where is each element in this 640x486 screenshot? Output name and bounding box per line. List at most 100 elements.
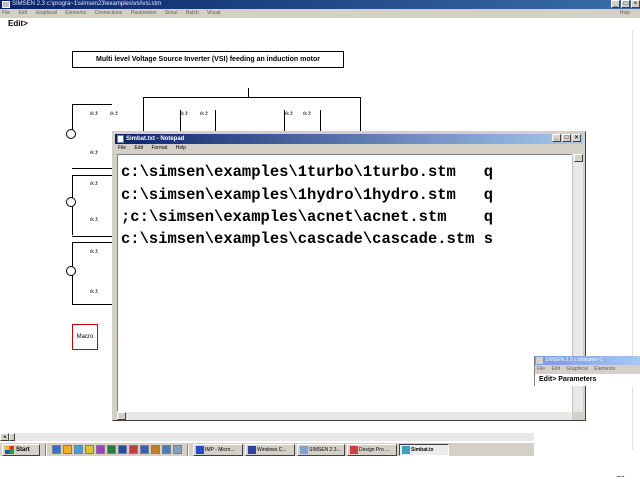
text-line: c:\simsen\examples\cascade\cascade.stm s: [121, 230, 494, 248]
menu-file[interactable]: File: [2, 10, 10, 16]
menu-parameters[interactable]: Parameters: [131, 10, 157, 16]
menu-edit[interactable]: Edit: [18, 10, 27, 16]
task-button-imp[interactable]: IMP - Micro...: [193, 444, 243, 456]
edit-prompt: Edit>: [0, 18, 640, 30]
close-button[interactable]: ×: [631, 0, 640, 8]
folder-icon[interactable]: [74, 445, 83, 454]
word-icon: [196, 446, 204, 454]
start-button[interactable]: Start: [2, 444, 40, 456]
bus-line: [320, 110, 321, 131]
main-window-titlebar[interactable]: SIMSEN 2.3 c:\progra~1\simsen23\examples…: [0, 0, 640, 9]
media-icon[interactable]: [96, 445, 105, 454]
text-line: c:\simsen\examples\1hydro\1hydro.stm q: [121, 186, 494, 204]
igbt-switch: ık ž: [90, 249, 98, 255]
outlook-icon[interactable]: [63, 445, 72, 454]
igbt-switch: ık ž: [180, 111, 188, 117]
app-icon[interactable]: [140, 445, 149, 454]
notepad-app-icon: [117, 135, 124, 143]
calc-icon[interactable]: [107, 445, 116, 454]
pen-icon[interactable]: [85, 445, 94, 454]
maximize-button[interactable]: □: [621, 0, 630, 8]
menu-simul[interactable]: Simul: [165, 10, 178, 16]
notepad-horizontal-scrollbar[interactable]: [117, 412, 572, 420]
app-icon[interactable]: [162, 445, 171, 454]
capacitor-source-symbol: [66, 266, 76, 276]
notepad-title: Simbat.txt - Notepad: [126, 136, 185, 142]
app-icon[interactable]: [151, 445, 160, 454]
simsen-app-icon: [2, 1, 10, 8]
menu-connections[interactable]: Connections: [95, 10, 123, 16]
second-window-titlebar[interactable]: SIMSEN 2.3 c:\docume~1: [535, 356, 640, 365]
notepad-titlebar[interactable]: Simbat.txt - Notepad _ □ ×: [115, 134, 583, 144]
second-simsen-window[interactable]: SIMSEN 2.3 c:\docume~1 File Edit Graphic…: [534, 356, 640, 386]
menu-file[interactable]: File: [537, 366, 545, 372]
task-label: Windows C...: [257, 447, 287, 453]
menu-batch[interactable]: Batch: [186, 10, 199, 16]
notepad-close-button[interactable]: ×: [572, 134, 581, 142]
bus-line: [360, 97, 361, 131]
bus-line: [143, 97, 144, 131]
menu-elements[interactable]: Elements: [594, 366, 615, 372]
task-label: Simbat.tx: [411, 447, 434, 453]
capacitor-source-symbol: [66, 197, 76, 207]
igbt-switch: ık ž: [200, 111, 208, 117]
menu-graphical[interactable]: Graphical: [35, 10, 56, 16]
task-button-windows[interactable]: Windows C...: [245, 444, 295, 456]
connector-glyph-icon: ⊸⊸: [616, 474, 625, 480]
notepad-minimize-button[interactable]: _: [552, 134, 561, 142]
taskbar: Start IMP - Micro... Windows C... SIMSEN…: [0, 442, 534, 456]
scroll-up-arrow-icon[interactable]: [574, 154, 583, 162]
chart-icon[interactable]: [118, 445, 127, 454]
notepad-maximize-button[interactable]: □: [562, 134, 571, 142]
cell-line: [72, 236, 112, 237]
notepad-menu-edit[interactable]: Edit: [134, 145, 143, 151]
bus-line: [215, 110, 216, 131]
main-menubar: File Edit Graphical Elements Connections…: [0, 9, 640, 18]
schematic-title-box[interactable]: Multi level Voltage Source Inverter (VSI…: [72, 51, 344, 68]
scroll-left-arrow-icon[interactable]: ◂: [0, 433, 9, 441]
cell-line: [72, 304, 112, 305]
main-horizontal-scrollbar[interactable]: ◂: [0, 433, 534, 441]
cell-line: [72, 104, 112, 105]
menu-edit[interactable]: Edit: [551, 366, 560, 372]
calendar-icon: [248, 446, 256, 454]
igbt-switch: ık ž: [90, 217, 98, 223]
notepad-text-area[interactable]: c:\simsen\examples\1turbo\1turbo.stm q c…: [117, 154, 572, 412]
minimize-button[interactable]: _: [611, 0, 620, 8]
cell-line: [72, 104, 73, 130]
notepad-menu-format[interactable]: Format: [151, 145, 167, 151]
start-label: Start: [16, 447, 30, 453]
bus-line: [248, 88, 249, 98]
menu-graphical[interactable]: Graphical: [566, 366, 587, 372]
ie-icon[interactable]: [52, 445, 61, 454]
simsen-icon: [300, 446, 308, 454]
scroll-left-arrow-icon[interactable]: [117, 412, 126, 420]
macro-element[interactable]: Macro: [72, 324, 98, 350]
capacitor-source-symbol: [66, 129, 76, 139]
task-button-simsen[interactable]: SIMSEN 2.3...: [297, 444, 345, 456]
task-button-design-pro[interactable]: Design Pro ...: [347, 444, 397, 456]
igbt-switch: ık ž: [285, 111, 293, 117]
notepad-menu-help[interactable]: Help: [176, 145, 186, 151]
cell-line: [72, 175, 112, 176]
taskbar-separator: [45, 444, 47, 456]
notepad-window[interactable]: Simbat.txt - Notepad _ □ × File Edit For…: [112, 131, 586, 421]
notepad-menu-file[interactable]: File: [118, 145, 126, 151]
main-vertical-scrollbar[interactable]: [632, 30, 640, 450]
second-window-menubar: File Edit Graphical Elements: [535, 365, 640, 374]
task-button-simbat[interactable]: Simbat.tx: [399, 444, 449, 456]
menu-elements[interactable]: Elements: [65, 10, 86, 16]
igbt-switch: ık ž: [90, 289, 98, 295]
igbt-switch: ık ž: [90, 181, 98, 187]
app-icon[interactable]: [173, 445, 182, 454]
app-icon[interactable]: [129, 445, 138, 454]
scroll-thumb[interactable]: [9, 433, 15, 441]
main-window-title: SIMSEN 2.3 c:\progra~1\simsen23\examples…: [12, 1, 162, 7]
windows-logo-icon: [5, 446, 14, 454]
task-label: SIMSEN 2.3...: [309, 447, 341, 453]
simsen-app-icon: [536, 357, 543, 364]
menu-visual[interactable]: Visual: [207, 10, 221, 16]
notepad-icon: [402, 446, 410, 454]
second-edit-prompt: Edit> Parameters: [539, 376, 597, 383]
menu-help[interactable]: Help: [620, 9, 630, 18]
